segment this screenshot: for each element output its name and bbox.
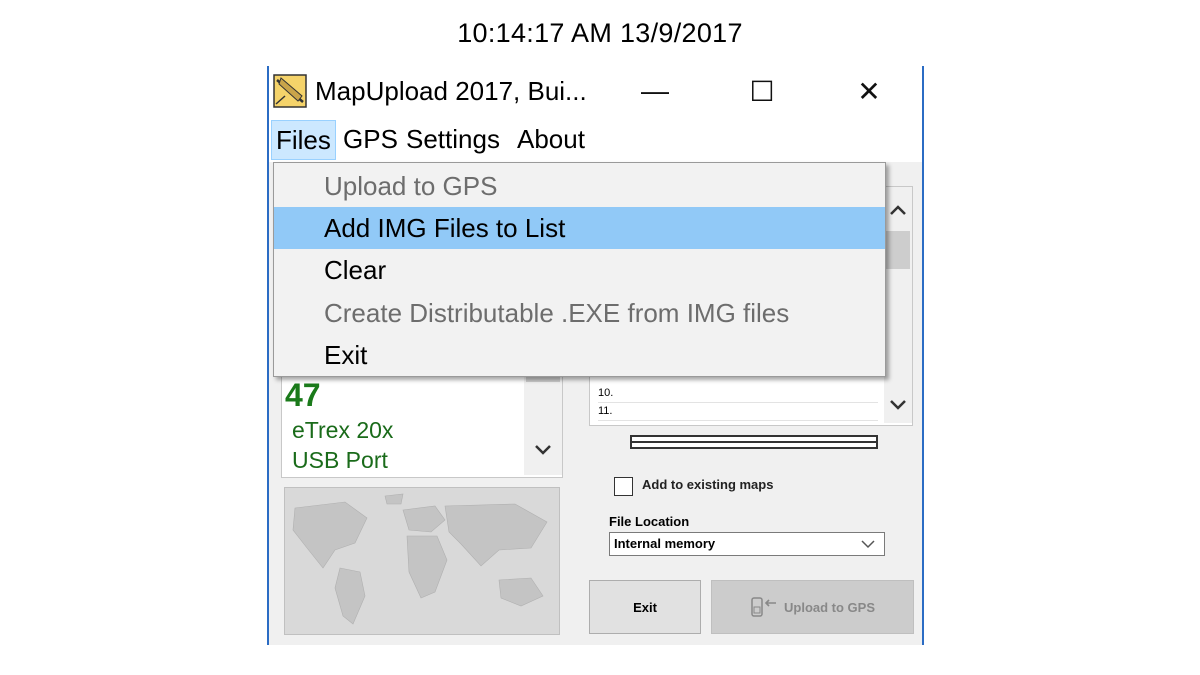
menu-item-clear[interactable]: Clear bbox=[274, 249, 885, 291]
upload-progress-line bbox=[632, 441, 876, 443]
minimize-button[interactable]: — bbox=[615, 66, 695, 116]
maximize-button[interactable]: ☐ bbox=[722, 66, 802, 116]
map-list-scrollbar[interactable] bbox=[884, 187, 912, 423]
menu-item-create-exe: Create Distributable .EXE from IMG files bbox=[324, 298, 790, 328]
clock-label: 10:14:17 AM 13/9/2017 bbox=[457, 18, 743, 48]
upload-button-label: Upload to GPS bbox=[784, 599, 875, 615]
window-title: MapUpload 2017, Bui... bbox=[315, 76, 587, 106]
chevron-up-icon[interactable] bbox=[888, 203, 908, 217]
upload-to-gps-button[interactable]: Upload to GPS bbox=[711, 580, 914, 634]
device-panel-scrollbar[interactable] bbox=[524, 367, 562, 475]
gps-upload-icon bbox=[751, 597, 776, 617]
world-map bbox=[284, 487, 560, 635]
menu-item-exit[interactable]: Exit bbox=[274, 334, 885, 376]
menu-item-add-img-files[interactable]: Add IMG Files to List bbox=[274, 207, 885, 249]
mapupload-window: MapUpload 2017, Bui... — ☐ ✕ Files GPS S… bbox=[267, 66, 924, 645]
menu-gps[interactable]: GPS bbox=[339, 120, 402, 158]
map-count: 47 bbox=[285, 377, 321, 413]
list-item[interactable]: 11. bbox=[598, 403, 878, 421]
chevron-down-icon[interactable] bbox=[888, 398, 908, 412]
device-panel: 47 eTrex 20x USB Port bbox=[281, 366, 563, 478]
device-name: eTrex 20x bbox=[292, 417, 394, 443]
add-existing-label: Add to existing maps bbox=[642, 477, 774, 492]
exit-button[interactable]: Exit bbox=[589, 580, 701, 634]
exit-button-label: Exit bbox=[633, 599, 657, 615]
menu-settings[interactable]: Settings bbox=[402, 120, 504, 158]
file-location-value: Internal memory bbox=[614, 536, 716, 551]
file-location-label: File Location bbox=[609, 514, 690, 529]
port-name: USB Port bbox=[292, 447, 388, 473]
upload-progress-bar bbox=[630, 435, 878, 449]
title-bar[interactable]: MapUpload 2017, Bui... — ☐ ✕ bbox=[269, 66, 922, 116]
mapupload-app-icon bbox=[273, 74, 307, 108]
files-menu-dropdown: Upload to GPS Add IMG Files to List Clea… bbox=[273, 162, 886, 377]
chevron-down-icon[interactable] bbox=[533, 443, 553, 457]
menu-item-upload-to-gps: Upload to GPS bbox=[324, 171, 498, 201]
file-location-select[interactable]: Internal memory bbox=[609, 532, 885, 556]
map-list-scroll-thumb[interactable] bbox=[886, 231, 910, 269]
chevron-down-icon bbox=[861, 540, 875, 549]
world-map-image bbox=[285, 488, 559, 634]
close-button[interactable]: ✕ bbox=[829, 66, 909, 116]
menu-files[interactable]: Files bbox=[271, 120, 336, 160]
add-existing-checkbox[interactable] bbox=[614, 477, 633, 496]
menu-bar: Files GPS Settings About bbox=[269, 116, 922, 162]
menu-about[interactable]: About bbox=[513, 120, 589, 158]
list-item[interactable]: 10. bbox=[598, 385, 878, 403]
